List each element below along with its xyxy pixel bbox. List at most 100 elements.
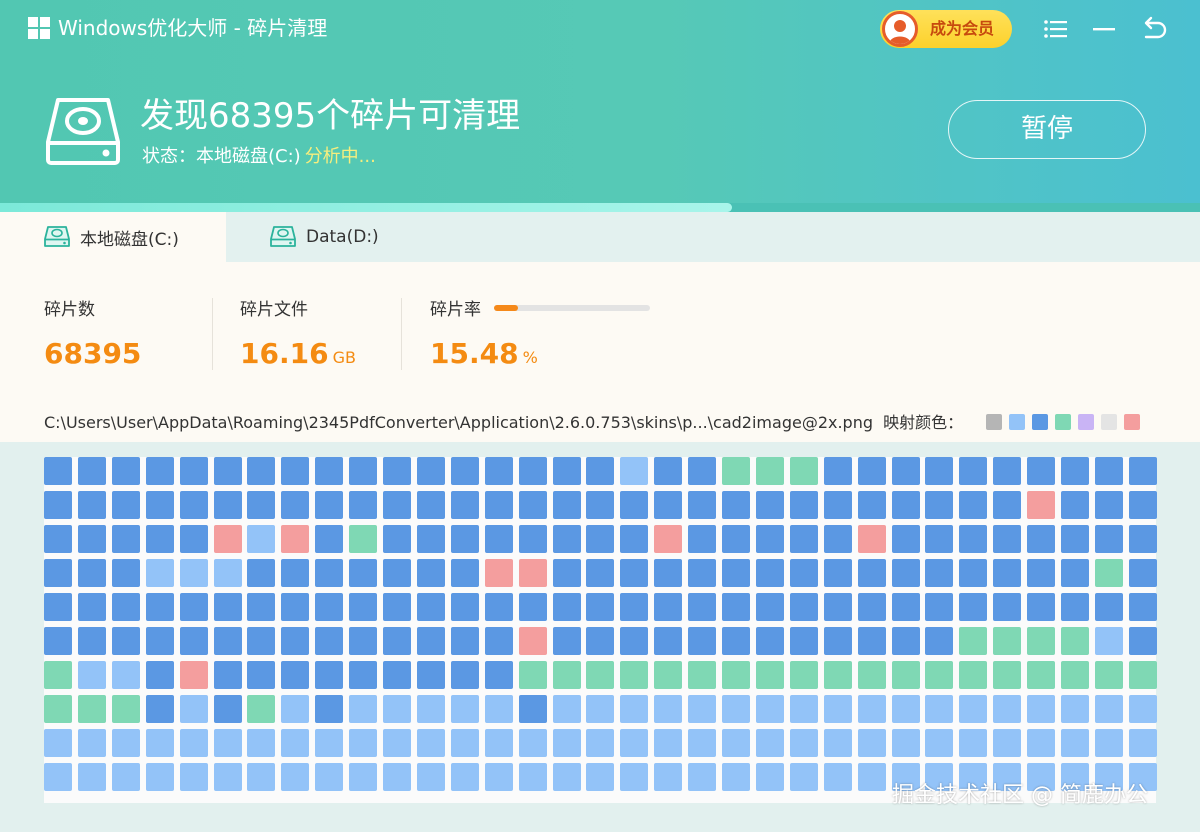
fragment-block	[824, 627, 852, 655]
fragment-block	[78, 593, 106, 621]
fragment-block	[688, 627, 716, 655]
fragment-block	[349, 457, 377, 485]
divider	[212, 298, 213, 370]
fragment-block	[78, 491, 106, 519]
fragment-block	[959, 593, 987, 621]
minimize-icon[interactable]	[1090, 14, 1120, 44]
fragment-block	[214, 525, 242, 553]
fragment-block	[858, 763, 886, 791]
fragment-block	[824, 559, 852, 587]
fragment-block	[892, 559, 920, 587]
fragment-block	[247, 763, 275, 791]
fragment-block	[417, 729, 445, 757]
fragment-block	[654, 627, 682, 655]
fragment-block	[180, 763, 208, 791]
fragment-block	[722, 695, 750, 723]
legend-swatch	[1101, 414, 1117, 430]
fragment-block	[315, 491, 343, 519]
fragment-block	[586, 559, 614, 587]
fragment-block	[1095, 593, 1123, 621]
fragment-block	[756, 627, 784, 655]
back-icon[interactable]	[1138, 14, 1168, 44]
fragment-block	[620, 661, 648, 689]
stat-value: 15.48%	[430, 336, 538, 376]
fragment-block	[892, 729, 920, 757]
fragment-block	[1129, 661, 1157, 689]
fragment-block	[925, 627, 953, 655]
fragment-block	[78, 763, 106, 791]
fragment-block	[756, 729, 784, 757]
scan-progress-bar	[0, 203, 1200, 212]
fragment-block	[44, 627, 72, 655]
fragment-block	[620, 525, 648, 553]
menu-icon[interactable]	[1041, 14, 1071, 44]
fragment-block	[553, 593, 581, 621]
fragment-block	[247, 491, 275, 519]
color-legend	[986, 414, 1147, 432]
fragment-block	[146, 695, 174, 723]
fragment-block	[214, 627, 242, 655]
fragment-block	[180, 729, 208, 757]
fragment-block	[1095, 627, 1123, 655]
fragment-block	[553, 491, 581, 519]
fragment-block	[790, 593, 818, 621]
fragment-block	[756, 763, 784, 791]
fragment-block	[78, 661, 106, 689]
fragment-block	[1095, 695, 1123, 723]
fragment-block	[519, 593, 547, 621]
fragment-block	[315, 729, 343, 757]
fragment-block	[146, 661, 174, 689]
fragment-block	[993, 695, 1021, 723]
tab-drive-c[interactable]: 本地磁盘(C:)	[0, 212, 226, 262]
pause-button[interactable]: 暂停	[948, 100, 1146, 159]
fragment-block	[756, 695, 784, 723]
fragment-block	[180, 627, 208, 655]
fragment-block	[78, 729, 106, 757]
fragment-block	[451, 695, 479, 723]
fragment-block	[824, 525, 852, 553]
legend-swatch	[1055, 414, 1071, 430]
fragment-block	[756, 457, 784, 485]
fragment-block	[892, 695, 920, 723]
fragment-block	[180, 525, 208, 553]
fragment-block	[858, 729, 886, 757]
fragment-block	[892, 661, 920, 689]
fragment-block	[214, 491, 242, 519]
become-member-button[interactable]: 成为会员	[880, 10, 1012, 48]
fragment-block	[485, 559, 513, 587]
fragment-block	[654, 593, 682, 621]
fragment-block	[146, 593, 174, 621]
fragment-block	[1095, 559, 1123, 587]
fragment-block	[383, 627, 411, 655]
fragment-block	[44, 525, 72, 553]
fragment-block	[281, 593, 309, 621]
fragment-block	[993, 491, 1021, 519]
fragment-block	[553, 729, 581, 757]
fragment-block	[925, 729, 953, 757]
fragment-block	[44, 457, 72, 485]
fragment-block	[417, 525, 445, 553]
fragment-block	[553, 525, 581, 553]
fragment-block	[620, 559, 648, 587]
fragment-block	[892, 525, 920, 553]
fragment-block	[654, 457, 682, 485]
fragment-block	[180, 559, 208, 587]
fragment-block	[824, 729, 852, 757]
fragment-block	[1129, 695, 1157, 723]
fragment-block	[451, 457, 479, 485]
fragment-block	[824, 695, 852, 723]
fragment-block	[553, 627, 581, 655]
fragment-block	[383, 491, 411, 519]
fragment-block	[993, 525, 1021, 553]
fragment-block	[722, 661, 750, 689]
tab-drive-d[interactable]: Data(D:)	[226, 212, 456, 262]
fragment-block	[925, 457, 953, 485]
fragment-block	[451, 593, 479, 621]
fragment-block	[722, 593, 750, 621]
fragment-block	[519, 729, 547, 757]
fragment-block	[247, 559, 275, 587]
fragment-block	[586, 763, 614, 791]
fragment-block	[417, 491, 445, 519]
fragment-block	[688, 559, 716, 587]
fragment-block	[247, 593, 275, 621]
